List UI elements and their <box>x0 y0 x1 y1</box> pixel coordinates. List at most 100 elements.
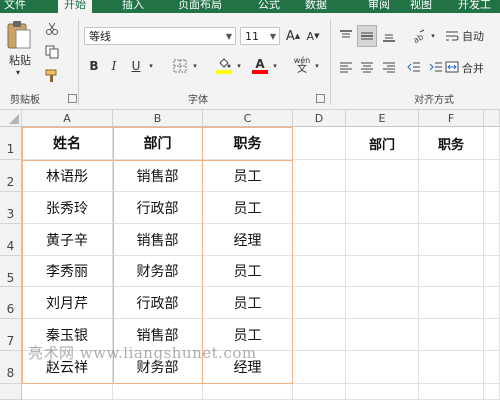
wrap-text-button[interactable]: 自动 <box>462 27 500 45</box>
font-launcher-icon[interactable] <box>316 94 325 103</box>
cell-e4[interactable] <box>346 224 419 256</box>
tab-page-layout[interactable]: 页面布局 <box>178 0 222 13</box>
tab-review[interactable]: 审阅 <box>368 0 390 13</box>
row-header-6[interactable]: 6 <box>0 287 22 319</box>
cell-d2[interactable] <box>293 160 346 192</box>
cell-b4[interactable]: 销售部 <box>113 224 203 256</box>
cell-d6[interactable] <box>293 287 346 319</box>
tab-formulas[interactable]: 公式 <box>258 0 280 13</box>
cell-f8[interactable] <box>419 351 484 384</box>
format-painter-icon[interactable] <box>40 68 64 84</box>
column-header-e[interactable]: E <box>346 110 419 127</box>
cell-a1[interactable]: 姓名 <box>22 127 113 160</box>
orientation-icon[interactable]: ab <box>408 25 428 47</box>
cell-g4[interactable] <box>484 224 500 256</box>
cell-g3[interactable] <box>484 192 500 224</box>
align-right-icon[interactable] <box>379 57 399 77</box>
borders-icon[interactable] <box>170 57 190 75</box>
cell-b9[interactable] <box>113 384 203 400</box>
underline-dropdown-icon[interactable]: ▾ <box>146 57 156 75</box>
cell-f9[interactable] <box>419 384 484 400</box>
cell-e7[interactable] <box>346 319 419 351</box>
cell-b3[interactable]: 行政部 <box>113 192 203 224</box>
cell-c6[interactable]: 员工 <box>203 287 293 319</box>
grow-font-button[interactable]: A ▲ <box>284 27 302 45</box>
increase-indent-icon[interactable] <box>426 57 446 77</box>
column-header-g[interactable] <box>484 110 500 127</box>
select-all-corner[interactable] <box>0 110 22 127</box>
cell-f4[interactable] <box>419 224 484 256</box>
cell-f3[interactable] <box>419 192 484 224</box>
cell-d7[interactable] <box>293 319 346 351</box>
merge-center-button[interactable]: 合并 <box>462 59 500 77</box>
cell-d9[interactable] <box>293 384 346 400</box>
orientation-dropdown-icon[interactable]: ▾ <box>428 27 438 45</box>
tab-view[interactable]: 视图 <box>410 0 432 13</box>
cell-e3[interactable] <box>346 192 419 224</box>
cell-f7[interactable] <box>419 319 484 351</box>
column-header-f[interactable]: F <box>419 110 484 127</box>
cell-a4[interactable]: 黄子辛 <box>22 224 113 256</box>
row-header-3[interactable]: 3 <box>0 192 22 224</box>
tab-home[interactable]: 开始 <box>58 0 92 13</box>
top-align-icon[interactable] <box>336 25 356 47</box>
underline-button[interactable]: U <box>128 57 144 75</box>
cell-e5[interactable] <box>346 256 419 287</box>
cell-c3[interactable]: 员工 <box>203 192 293 224</box>
bold-button[interactable]: B <box>86 57 102 75</box>
row-header-5[interactable]: 5 <box>0 256 22 287</box>
column-header-d[interactable]: D <box>293 110 346 127</box>
font-color-button[interactable]: A <box>250 55 270 77</box>
middle-align-icon[interactable] <box>357 25 377 47</box>
cell-d3[interactable] <box>293 192 346 224</box>
font-color-dropdown-icon[interactable]: ▾ <box>270 57 280 75</box>
cell-c9[interactable] <box>203 384 293 400</box>
shrink-font-button[interactable]: A ▼ <box>304 27 322 45</box>
align-center-icon[interactable] <box>357 57 377 77</box>
cell-e8[interactable] <box>346 351 419 384</box>
cell-c4[interactable]: 经理 <box>203 224 293 256</box>
row-header-1[interactable]: 1 <box>0 127 22 160</box>
row-header-4[interactable]: 4 <box>0 224 22 256</box>
cell-g5[interactable] <box>484 256 500 287</box>
paste-icon[interactable] <box>4 19 34 53</box>
cell-e6[interactable] <box>346 287 419 319</box>
cell-e2[interactable] <box>346 160 419 192</box>
phonetic-button[interactable]: wén 文 <box>292 53 312 77</box>
tab-developer[interactable]: 开发工 <box>458 0 491 13</box>
cell-a6[interactable]: 刘月芹 <box>22 287 113 319</box>
cell-b6[interactable]: 行政部 <box>113 287 203 319</box>
fill-color-button[interactable] <box>214 55 234 77</box>
cell-g9[interactable] <box>484 384 500 400</box>
paste-dropdown-icon[interactable]: ▾ <box>11 67 25 77</box>
cut-icon[interactable] <box>40 21 64 37</box>
cell-c5[interactable]: 员工 <box>203 256 293 287</box>
cell-b5[interactable]: 财务部 <box>113 256 203 287</box>
cell-g8[interactable] <box>484 351 500 384</box>
cell-a3[interactable]: 张秀玲 <box>22 192 113 224</box>
cell-g7[interactable] <box>484 319 500 351</box>
italic-button[interactable]: I <box>106 57 122 75</box>
row-header-7[interactable]: 7 <box>0 319 22 351</box>
cell-d8[interactable] <box>293 351 346 384</box>
cell-e1[interactable]: 部门 <box>346 127 419 160</box>
cell-f1[interactable]: 职务 <box>419 127 484 160</box>
fill-color-dropdown-icon[interactable]: ▾ <box>234 57 244 75</box>
font-size-select[interactable]: 11 ▼ <box>240 27 280 45</box>
cell-f6[interactable] <box>419 287 484 319</box>
cell-g1[interactable] <box>484 127 500 160</box>
cell-c1[interactable]: 职务 <box>203 127 293 160</box>
copy-icon[interactable] <box>40 44 64 60</box>
clipboard-launcher-icon[interactable] <box>68 94 77 103</box>
cell-a2[interactable]: 林语彤 <box>22 160 113 192</box>
cell-d5[interactable] <box>293 256 346 287</box>
row-header-8[interactable]: 8 <box>0 351 22 384</box>
phonetic-dropdown-icon[interactable]: ▾ <box>312 57 322 75</box>
decrease-indent-icon[interactable] <box>404 57 424 77</box>
cell-f2[interactable] <box>419 160 484 192</box>
column-header-c[interactable]: C <box>203 110 293 127</box>
cell-b1[interactable]: 部门 <box>113 127 203 160</box>
bottom-align-icon[interactable] <box>379 25 399 47</box>
cell-b2[interactable]: 销售部 <box>113 160 203 192</box>
align-left-icon[interactable] <box>336 57 356 77</box>
